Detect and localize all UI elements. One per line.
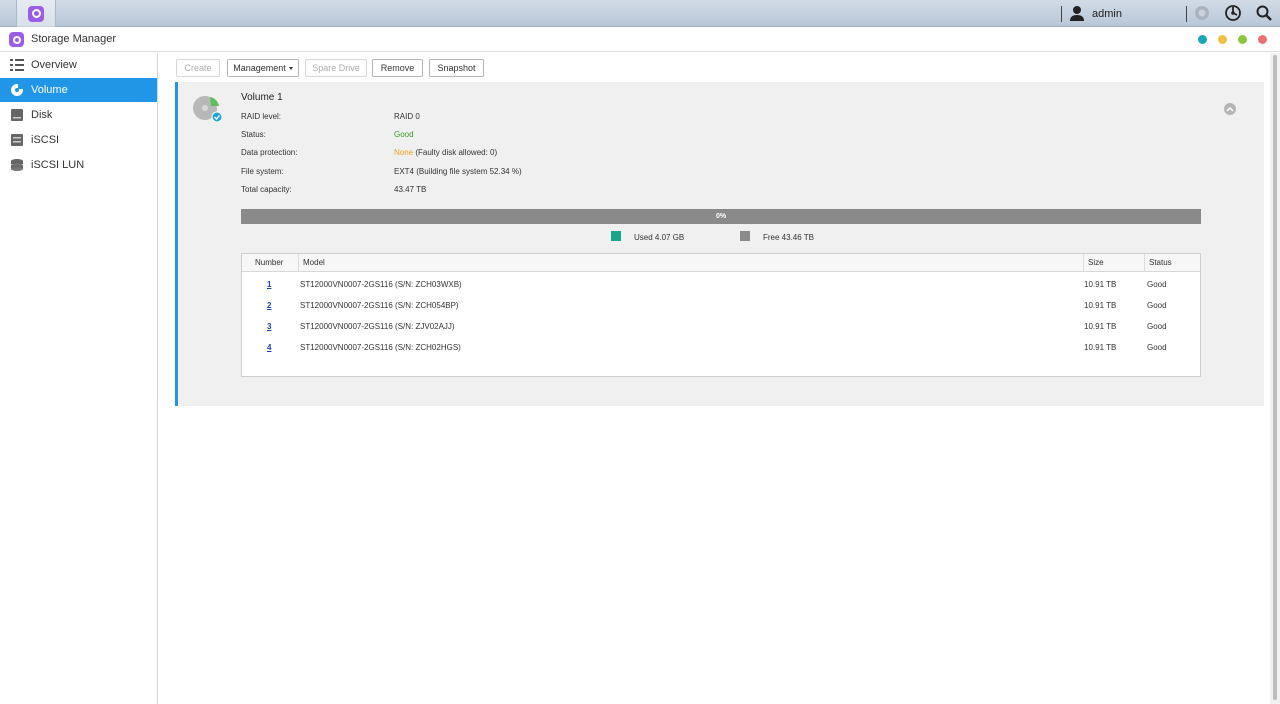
management-label: Management bbox=[233, 63, 286, 73]
raid-level-label: RAID level: bbox=[241, 112, 282, 121]
collapse-button[interactable] bbox=[1224, 103, 1236, 115]
used-legend-swatch bbox=[611, 231, 621, 241]
taskbar-divider bbox=[1061, 6, 1062, 22]
scrollbar-thumb[interactable] bbox=[1273, 55, 1277, 700]
window-help-button[interactable] bbox=[1198, 35, 1207, 44]
sidebar-item-label: Volume bbox=[31, 84, 68, 96]
current-user-name[interactable]: admin bbox=[1092, 8, 1122, 20]
free-legend-swatch bbox=[740, 231, 750, 241]
spare-drive-button[interactable]: Spare Drive bbox=[305, 59, 367, 77]
disk-number-link[interactable]: 3 bbox=[267, 322, 271, 331]
disk-model: ST12000VN0007-2GS116 (S/N: ZJV02AJJ) bbox=[300, 322, 455, 331]
taskbar-storage-manager-button[interactable] bbox=[16, 0, 56, 27]
chevron-up-icon bbox=[1226, 106, 1234, 112]
snapshot-button[interactable]: Snapshot bbox=[429, 59, 484, 77]
volume-icon bbox=[11, 84, 23, 96]
remove-button[interactable]: Remove bbox=[372, 59, 423, 77]
create-button[interactable]: Create bbox=[176, 59, 220, 77]
disk-status: Good bbox=[1147, 301, 1167, 310]
taskbar-divider bbox=[1186, 6, 1187, 22]
column-header-number[interactable]: Number bbox=[242, 254, 299, 272]
sidebar-item-disk[interactable]: Disk bbox=[0, 103, 157, 127]
iscsi-icon bbox=[11, 134, 23, 146]
volume-disk-icon bbox=[193, 96, 223, 123]
column-header-status[interactable]: Status bbox=[1145, 254, 1200, 272]
disk-number-link[interactable]: 2 bbox=[267, 301, 271, 310]
protection-note: (Faulty disk allowed: 0) bbox=[415, 148, 498, 157]
protection-status: None bbox=[394, 148, 414, 157]
storage-manager-icon bbox=[28, 5, 44, 22]
settings-dashboard-icon[interactable] bbox=[1224, 4, 1242, 22]
iscsi-lun-icon bbox=[11, 159, 23, 171]
system-taskbar: admin bbox=[0, 0, 1280, 27]
sidebar-item-volume[interactable]: Volume bbox=[0, 78, 157, 102]
disk-size: 10.91 TB bbox=[1084, 280, 1117, 289]
disk-size: 10.91 TB bbox=[1084, 301, 1117, 310]
file-system-label: File system: bbox=[241, 167, 284, 176]
column-header-model[interactable]: Model bbox=[299, 254, 1084, 272]
storage-manager-icon bbox=[9, 32, 24, 47]
disk-status: Good bbox=[1147, 322, 1167, 331]
search-icon[interactable] bbox=[1255, 4, 1273, 22]
status-value: Good bbox=[394, 130, 414, 139]
status-label: Status: bbox=[241, 130, 266, 139]
sidebar-item-label: Overview bbox=[31, 59, 77, 71]
data-protection-label: Data protection: bbox=[241, 148, 298, 157]
disk-status: Good bbox=[1147, 343, 1167, 352]
total-capacity-value: 43.47 TB bbox=[394, 185, 427, 194]
disk-model: ST12000VN0007-2GS116 (S/N: ZCH054BP) bbox=[300, 301, 459, 310]
used-legend-text: Used 4.07 GB bbox=[634, 233, 685, 242]
total-capacity-label: Total capacity: bbox=[241, 185, 292, 194]
disk-model: ST12000VN0007-2GS116 (S/N: ZCH02HGS) bbox=[300, 343, 461, 352]
disk-size: 10.91 TB bbox=[1084, 343, 1117, 352]
data-protection-value: None (Faulty disk allowed: 0) bbox=[394, 148, 497, 157]
disk-number-link[interactable]: 4 bbox=[267, 343, 271, 352]
raid-level-value: RAID 0 bbox=[394, 112, 420, 121]
window-titlebar: Storage Manager bbox=[0, 27, 1280, 52]
window-title: Storage Manager bbox=[31, 33, 116, 45]
disk-icon bbox=[11, 109, 23, 121]
window-maximize-button[interactable] bbox=[1238, 35, 1247, 44]
management-dropdown-button[interactable]: Management bbox=[227, 59, 299, 77]
sidebar-item-label: iSCSI LUN bbox=[31, 159, 85, 171]
column-header-size[interactable]: Size bbox=[1084, 254, 1145, 272]
sidebar: Overview Volume Disk iSCSI iSCSI LUN bbox=[0, 53, 158, 704]
sidebar-item-iscsi[interactable]: iSCSI bbox=[0, 128, 157, 152]
sidebar-item-iscsi-lun[interactable]: iSCSI LUN bbox=[0, 153, 157, 177]
sidebar-item-overview[interactable]: Overview bbox=[0, 53, 157, 77]
disk-number-link[interactable]: 1 bbox=[267, 280, 271, 289]
capacity-usage-bar: 0% bbox=[241, 209, 1201, 224]
user-icon[interactable] bbox=[1068, 4, 1086, 22]
disk-status: Good bbox=[1147, 280, 1167, 289]
disk-model: ST12000VN0007-2GS116 (S/N: ZCH03WXB) bbox=[300, 280, 462, 289]
overview-icon bbox=[10, 59, 24, 71]
free-legend-text: Free 43.46 TB bbox=[763, 233, 814, 242]
volume-name: Volume 1 bbox=[241, 92, 283, 103]
disk-size: 10.91 TB bbox=[1084, 322, 1117, 331]
sidebar-item-label: iSCSI bbox=[31, 134, 60, 146]
sidebar-item-label: Disk bbox=[31, 109, 53, 121]
file-system-value: EXT4 (Building file system 52.34 %) bbox=[394, 167, 522, 176]
capacity-usage-percent: 0% bbox=[715, 213, 727, 220]
caret-down-icon bbox=[288, 66, 293, 70]
notification-icon[interactable] bbox=[1193, 4, 1211, 22]
disk-table: Number Model Size Status 1 ST12000VN0007… bbox=[241, 253, 1201, 377]
window-minimize-button[interactable] bbox=[1218, 35, 1227, 44]
window-close-button[interactable] bbox=[1258, 35, 1267, 44]
